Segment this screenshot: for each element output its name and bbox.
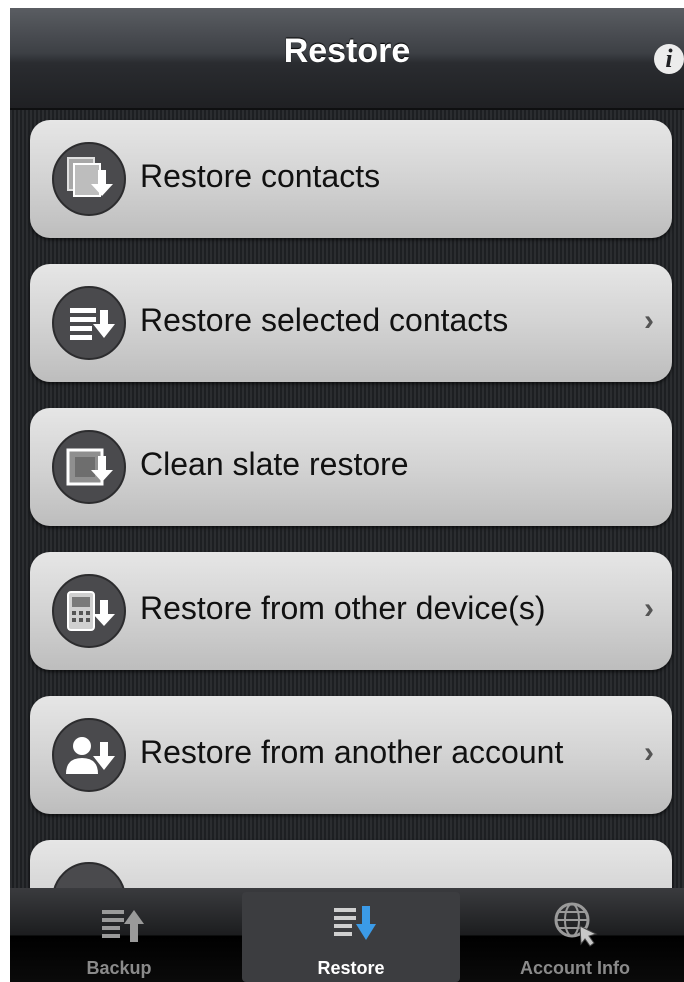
chevron-right-icon: › [644, 304, 654, 337]
restore-from-other-devices-button[interactable]: Restore from other device(s) › [30, 552, 672, 670]
device-restore-icon [52, 574, 126, 648]
tab-label: Restore [317, 958, 385, 978]
tab-label: Account Info [520, 958, 630, 978]
chevron-right-icon: › [644, 736, 654, 769]
restore-selected-contacts-button[interactable]: Restore selected contacts › [30, 264, 672, 382]
clean-slate-restore-button[interactable]: Clean slate restore [30, 408, 672, 526]
backup-icon [102, 910, 144, 942]
restore-from-another-account-button[interactable]: Restore from another account › [30, 696, 672, 814]
app-screen: Restore i Restore contacts Restore selec… [10, 8, 684, 982]
row-label: Clean slate restore [140, 446, 409, 482]
restore-options-list: Restore contacts Restore selected contac… [10, 110, 684, 958]
tab-restore[interactable]: Restore [242, 892, 460, 982]
restore-contacts-icon [52, 142, 126, 216]
tab-bar: Backup Restore Account Info [10, 888, 684, 982]
row-label: Restore from another account [140, 734, 564, 770]
restore-icon [334, 906, 376, 940]
row-label: Restore contacts [140, 158, 381, 194]
page-title: Restore [283, 32, 411, 70]
tab-label: Backup [86, 958, 152, 978]
restore-contacts-button[interactable]: Restore contacts [30, 120, 672, 238]
account-restore-icon [52, 718, 126, 792]
nav-bar: Restore i [10, 8, 684, 110]
chevron-right-icon: › [644, 592, 654, 625]
info-icon[interactable]: i [654, 44, 684, 74]
tab-account-info[interactable]: Account Info [466, 892, 684, 982]
row-label: Restore from other device(s) [140, 590, 546, 626]
row-label: Restore selected contacts [140, 302, 509, 338]
restore-list-icon [52, 286, 126, 360]
clean-slate-icon [52, 430, 126, 504]
tab-backup[interactable]: Backup [10, 892, 228, 982]
globe-cursor-icon [554, 902, 598, 947]
